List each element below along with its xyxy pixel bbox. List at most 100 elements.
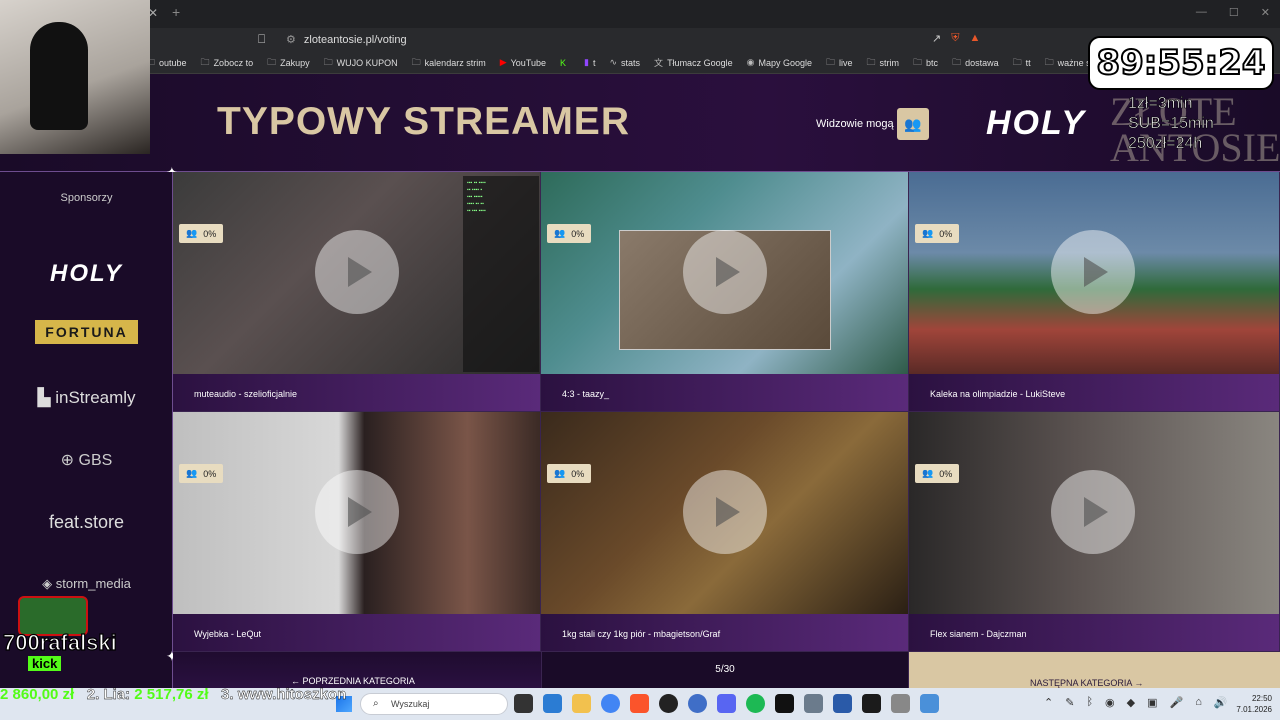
page-indicator: 5/30 [541, 652, 909, 688]
app-tray-icon[interactable]: ◆ [1127, 696, 1135, 709]
nominee-card[interactable]: ▪▪▪ ▪▪ ▪▪▪▪ ▪▪ ▪▪▪▪ ▪ ▪▪▪ ▪▪▪▪▪ ▪▪▪▪ ▪▪ ▪▪ ▪… [173, 172, 541, 412]
brave-icon[interactable] [630, 694, 649, 713]
bookmark-item[interactable]: 🗀 Zakupy [267, 55, 310, 71]
bookmark-item[interactable]: 🗀 kalendarz strim [412, 55, 486, 71]
play-icon[interactable] [1051, 230, 1135, 314]
media-icon[interactable] [775, 694, 794, 713]
maps-icon: ◉ [746, 57, 755, 67]
terminal-icon[interactable] [862, 694, 881, 713]
play-icon[interactable] [1051, 470, 1135, 554]
card-caption: Flex sianem - Dajczman [909, 614, 1279, 651]
bookmark-label: Zakupy [280, 57, 310, 68]
app-tray-icon[interactable]: ▣ [1147, 696, 1157, 709]
rate-line: 1zł=3min [1128, 95, 1193, 113]
share-icon[interactable]: ↗ [932, 32, 941, 45]
sponsor-gbs[interactable]: ⊕ GBS [0, 450, 173, 470]
card-caption: Wyjebka - LeQut [173, 614, 540, 651]
crosshair-icon: ⊕ [60, 452, 79, 469]
nominee-card[interactable]: 👥 0% 4:3 - taazy_ [541, 172, 909, 412]
microphone-icon[interactable]: 🎤 [1170, 696, 1184, 709]
url-field[interactable]: ⚙ zloteantosie.pl/voting [286, 33, 407, 46]
instreamly-icon: ▙ [37, 388, 56, 407]
app-icon[interactable] [688, 694, 707, 713]
sponsor-holy[interactable]: HOLY [0, 260, 173, 288]
users-icon: 👥 [922, 228, 934, 238]
bookmark-item[interactable]: 🗀 outube [146, 55, 187, 71]
maximize-icon[interactable]: ☐ [1229, 6, 1239, 19]
sponsor-instreamly[interactable]: ▙ inStreamly [0, 388, 173, 408]
pen-icon[interactable]: ✎ [1065, 696, 1074, 709]
app-icon[interactable] [891, 694, 910, 713]
folder-icon: 🗀 [1044, 56, 1054, 67]
bookmark-item[interactable]: ∿ stats [609, 57, 640, 68]
users-icon: 👥 [904, 115, 922, 132]
spotify-icon[interactable] [746, 694, 765, 713]
play-icon[interactable] [315, 230, 399, 314]
chrome-icon[interactable] [601, 694, 620, 713]
app-tray-icon[interactable]: ◉ [1105, 696, 1115, 709]
obs-icon[interactable] [659, 694, 678, 713]
folder-icon: 🗀 [411, 56, 421, 67]
sponsor-feat-store[interactable]: feat.store [0, 512, 173, 533]
nominee-card[interactable]: 👥 0% 1kg stali czy 1kg piór - mbagietson/… [541, 412, 909, 652]
bookmark-item[interactable]: 🗀 dostawa [952, 55, 999, 71]
close-window-icon[interactable]: ✕ [1261, 6, 1270, 19]
storm-icon: ◈ [42, 576, 56, 591]
capcut-icon[interactable] [833, 694, 852, 713]
nominee-card[interactable]: 👥 0% Kaleka na olimpiadzie - LukiSteve [909, 172, 1280, 412]
bookmark-item[interactable]: 🗀 strim [867, 55, 900, 71]
next-category-button[interactable]: NASTĘPNA KATEGORIA → [909, 652, 1280, 688]
vote-percent: 0% [203, 228, 217, 239]
bookmark-item[interactable]: ◉ Mapy Google [747, 57, 812, 68]
bookmark-item[interactable]: 🗀 WUJO KUPON [324, 55, 398, 71]
viewers-button[interactable]: 👥 [897, 108, 929, 140]
app-icon[interactable] [920, 694, 939, 713]
bookmark-item[interactable]: ▶ YouTube [500, 57, 546, 68]
network-icon[interactable]: ⌂ [1195, 696, 1202, 709]
sponsor-instreamly-label: inStreamly [55, 388, 136, 407]
taskbar-clock[interactable]: 22:50 7.01.2026 [1232, 693, 1272, 715]
play-icon[interactable] [315, 470, 399, 554]
bookmark-label: t [592, 57, 596, 68]
sponsors-title: Sponsorzy [60, 192, 113, 204]
volume-icon[interactable]: 🔊 [1214, 696, 1228, 709]
clock-time: 22:50 [1251, 694, 1272, 703]
bluetooth-icon[interactable]: ᛒ [1086, 696, 1093, 709]
file-explorer-icon[interactable] [572, 694, 591, 713]
previous-category-button[interactable]: ← POPRZEDNIA KATEGORIA [173, 652, 541, 688]
users-icon: 👥 [922, 468, 934, 478]
nominee-card[interactable]: 👥 0% Flex sianem - Dajczman [909, 412, 1280, 652]
minimize-icon[interactable]: — [1196, 6, 1207, 19]
play-icon[interactable] [683, 230, 767, 314]
bookmark-page-icon[interactable]: ⎕ [258, 32, 265, 47]
vote-percent: 0% [571, 468, 585, 479]
bookmark-item[interactable]: K [560, 58, 570, 68]
brave-shield-icon[interactable]: ⛨ [951, 32, 959, 45]
brave-rewards-icon[interactable]: ▲ [969, 32, 980, 45]
nominee-card[interactable]: 👥 0% Wyjebka - LeQut [173, 412, 541, 652]
photos-icon[interactable] [543, 694, 562, 713]
window-controls: — ☐ ✕ [1196, 6, 1270, 19]
bookmark-label: outube [159, 57, 187, 68]
discord-icon[interactable] [717, 694, 736, 713]
new-tab-icon[interactable]: + [172, 4, 180, 20]
sponsor-storm-media[interactable]: ◈ storm_media [0, 576, 173, 592]
site-info-icon[interactable]: ⚙ [286, 34, 296, 46]
bookmark-item[interactable]: 🗀 Zobocz to [201, 55, 254, 71]
task-view-icon[interactable] [514, 694, 533, 713]
bookmark-item[interactable]: ▮ t [584, 57, 595, 68]
vote-percent-badge: 👥 0% [179, 224, 224, 243]
url-text: zloteantosie.pl/voting [303, 34, 407, 46]
donation-ticker: 2 860,00 zł 2. Lia: 2 517,76 zł 3. www.h… [0, 686, 440, 706]
bookmark-item[interactable]: 文 Tłumacz Google [654, 56, 733, 69]
play-icon[interactable] [683, 470, 767, 554]
chevron-up-icon[interactable]: ⌃ [1044, 696, 1053, 709]
calculator-icon[interactable] [804, 694, 823, 713]
sponsor-fortuna[interactable]: FORTUNA [0, 320, 173, 344]
bookmark-item[interactable]: 🗀 btc [913, 55, 938, 71]
bookmark-item[interactable]: 🗀 live [826, 55, 853, 71]
folder-icon: 🗀 [825, 56, 835, 67]
bookmark-item[interactable]: 🗀 tt [1013, 55, 1031, 71]
bookmark-label: YouTube [510, 57, 546, 68]
users-icon: 👥 [554, 228, 566, 238]
